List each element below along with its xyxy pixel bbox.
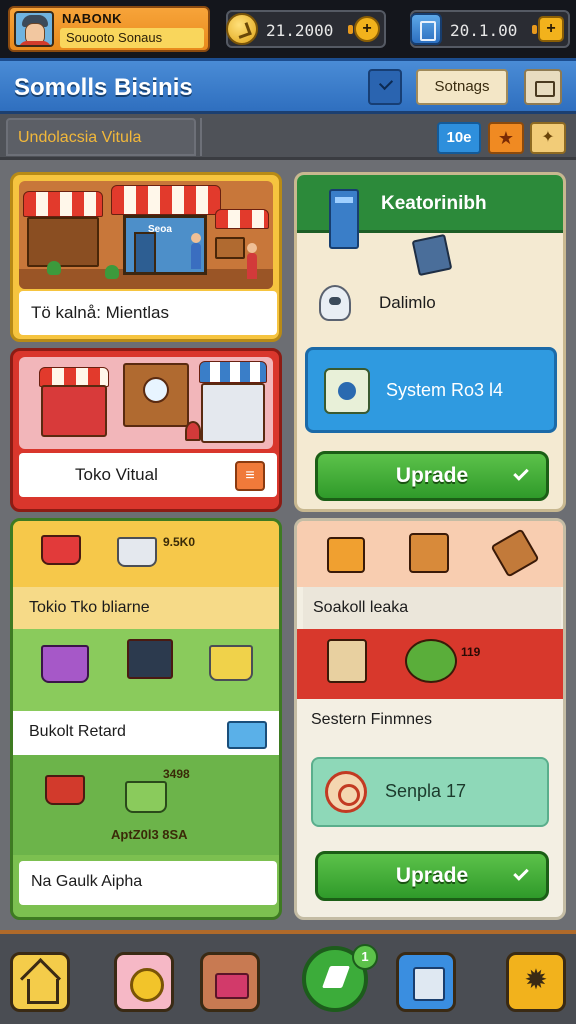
check-icon [513, 465, 529, 481]
cart-icon [209, 645, 253, 681]
star-icon[interactable]: ★ [488, 122, 524, 154]
robot-label: Dalimlo [379, 293, 436, 312]
shop-illustration: Seoa [19, 181, 273, 289]
cart-icon [125, 781, 167, 813]
system-card[interactable]: Keatorinibh Dalimlo System Ro3 l4 Uprade [294, 172, 566, 512]
shop-icon[interactable] [200, 952, 260, 1012]
fruit-icon [405, 639, 457, 683]
fruit-box-icon [327, 537, 365, 573]
map-icon[interactable] [396, 952, 456, 1012]
retail-card[interactable]: 9.5K0 Tokio Tko bliarne Bukolt Retard 34… [10, 518, 282, 920]
player-subtitle: Souooto Sonaus [60, 28, 204, 48]
puzzle-icon[interactable]: ✦ [530, 122, 566, 154]
medal-icon [325, 771, 367, 813]
play-icon[interactable]: 1 [302, 944, 378, 1012]
gear-icon[interactable] [506, 952, 566, 1012]
check-button[interactable] [368, 69, 402, 105]
sample-label: Senpla 17 [385, 781, 467, 801]
retail-top-value: 9.5K0 [163, 535, 196, 549]
add-gems-button[interactable]: + [538, 16, 564, 42]
laptop-icon [127, 639, 173, 679]
play-badge: 1 [352, 944, 378, 970]
basket-icon [41, 645, 89, 683]
tab-secondary[interactable] [200, 118, 428, 156]
player-profile[interactable]: NABONK Souooto Sonaus [8, 6, 210, 52]
receipt-icon [227, 721, 267, 749]
season-row-2: Sestern Finmnes [311, 711, 432, 728]
coin-amount: 21.2000 [266, 21, 334, 40]
shop-card[interactable]: Seoa Tö kalnå: Mientlas [10, 172, 282, 342]
shop-caption: Tö kalnå: Mientlas [19, 291, 277, 335]
gem-counter: 20.1.00 + [410, 10, 570, 48]
add-coins-button[interactable]: + [354, 16, 380, 42]
sample-panel[interactable]: Senpla 17 [311, 757, 549, 827]
coin-divider [348, 25, 353, 34]
page-title: Somolls Bisinis [14, 74, 193, 101]
upgrade-button-system[interactable]: Uprade [315, 451, 549, 501]
package-icon [324, 368, 370, 414]
note-icon[interactable]: ≡ [235, 461, 265, 491]
retail-row-3: Na Gaulk Aipha [31, 873, 143, 890]
season-row-1: Soakoll leaka [303, 587, 561, 629]
tab-main-label: Undolacsia Vitula [18, 129, 142, 146]
retail-bottom-caption: AptZ0l3 8SA [111, 827, 188, 842]
mail-button[interactable] [524, 69, 562, 105]
system-package[interactable]: System Ro3 l4 [305, 347, 557, 433]
bottom-nav: 1 [0, 930, 576, 1024]
virtual-shop-illustration [19, 357, 273, 449]
server-icon [329, 189, 359, 249]
basket-icon [117, 537, 157, 567]
virtual-shop-card[interactable]: Toko Vitual ≡ [10, 348, 282, 512]
upgrade-button-label: Uprade [395, 864, 469, 887]
retail-row-2: Bukolt Retard [29, 723, 126, 740]
settings-button[interactable]: Sotnags [416, 69, 508, 105]
system-package-label: System Ro3 l4 [386, 380, 504, 400]
coins-icon[interactable] [114, 952, 174, 1012]
avatar[interactable] [14, 11, 54, 47]
system-card-title: Keatorinibh [381, 193, 487, 214]
plant-icon [327, 639, 367, 683]
tab-main[interactable]: Undolacsia Vitula [6, 118, 196, 156]
business-grid: Seoa Tö kalnå: Mientlas Toko Vitual ≡ Ke… [0, 160, 576, 930]
upgrade-button-label: Uprade [395, 464, 469, 487]
season-card[interactable]: Soakoll leaka 119 Sestern Finmnes Senpla… [294, 518, 566, 920]
player-name: NABONK [62, 11, 123, 26]
home-icon[interactable] [10, 952, 70, 1012]
gem-icon [410, 13, 442, 45]
check-icon [513, 865, 529, 881]
coin-icon [226, 13, 258, 45]
tablet-icon [411, 233, 453, 277]
gem-divider [532, 25, 537, 34]
upgrade-button-season[interactable]: Uprade [315, 851, 549, 901]
robot-icon [319, 285, 351, 321]
top-status-bar: NABONK Souooto Sonaus 21.2000 + 20.1.00 … [0, 0, 576, 58]
season-value: 119 [461, 645, 481, 659]
level-badge[interactable]: 10e [437, 122, 481, 154]
delivery-icon [409, 533, 449, 573]
header-bar: Somolls Bisinis Sotnags [0, 58, 576, 114]
retail-bottom-value: 3498 [163, 767, 190, 781]
basket-icon [45, 775, 85, 805]
retail-row-1: Tokio Tko bliarne [29, 599, 150, 616]
basket-icon [41, 535, 81, 565]
coin-counter: 21.2000 + [226, 10, 386, 48]
sub-tab-bar: Undolacsia Vitula 10e ★ ✦ [0, 114, 576, 160]
gem-amount: 20.1.00 [450, 21, 518, 40]
